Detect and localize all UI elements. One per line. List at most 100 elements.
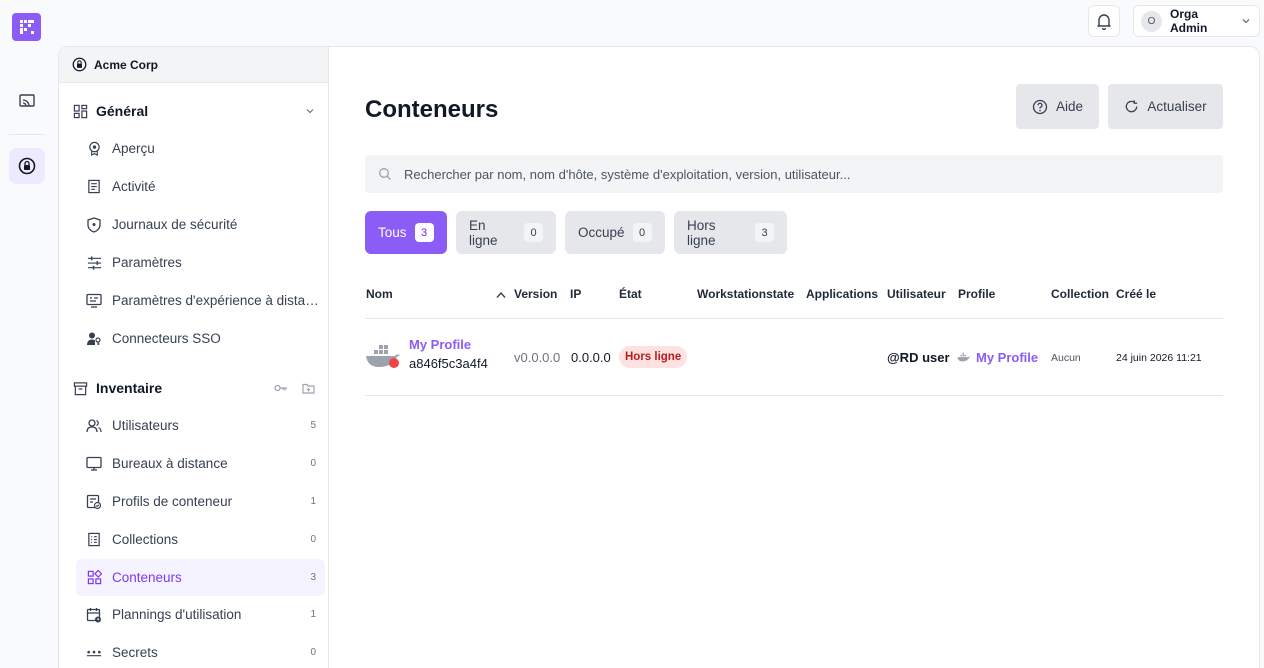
app-rail: [0, 0, 52, 668]
remote-settings-icon: [86, 293, 102, 309]
lock-circle-icon: [72, 57, 87, 72]
page-title: Conteneurs: [365, 96, 499, 123]
main-panel: Acme Corp Général Aperçu Activité Journa…: [58, 46, 1260, 668]
key-icon[interactable]: [274, 383, 288, 393]
overview-icon: [86, 141, 102, 157]
sidebar-item-utilisateurs[interactable]: Utilisateurs 5: [76, 407, 325, 444]
containers-icon: [86, 570, 102, 586]
filter-count: 0: [524, 223, 543, 242]
content-area: Conteneurs Aide Actualiser Tous: [365, 47, 1223, 668]
container-profile-icon: [86, 494, 102, 510]
container-ip: 0.0.0.0: [571, 350, 611, 365]
refresh-button[interactable]: Actualiser: [1108, 84, 1223, 129]
col-header-cree-le[interactable]: Créé le: [1116, 287, 1156, 301]
rail-org-button[interactable]: [9, 148, 45, 184]
container-name-link[interactable]: My Profile: [409, 337, 471, 352]
section-general-title: Général: [96, 103, 149, 119]
cast-icon: [19, 94, 35, 107]
container-id: a846f5c3a4f4: [409, 356, 488, 371]
sidebar: Acme Corp Général Aperçu Activité Journa…: [59, 47, 329, 668]
collections-icon: [86, 532, 102, 548]
users-icon: [86, 418, 102, 434]
chevron-down-icon: [1242, 19, 1250, 24]
org-name: Acme Corp: [94, 57, 159, 72]
status-badge: Hors ligne: [619, 346, 688, 368]
sidebar-item-secrets[interactable]: Secrets 0: [76, 634, 325, 668]
container-collection: Aucun: [1051, 352, 1081, 364]
filter-occupe[interactable]: Occupé 0: [565, 211, 665, 254]
col-header-nom[interactable]: Nom: [366, 287, 393, 301]
shield-icon: [86, 216, 102, 233]
avatar: O: [1141, 10, 1162, 32]
folder-add-icon[interactable]: [302, 383, 315, 394]
bell-icon: [1097, 14, 1111, 30]
section-inventory-title: Inventaire: [96, 380, 163, 396]
help-label: Aide: [1055, 99, 1084, 114]
sidebar-item-profils[interactable]: Profils de conteneur 1: [76, 483, 325, 520]
container-user[interactable]: @RD user: [887, 350, 950, 365]
refresh-label: Actualiser: [1147, 99, 1207, 114]
dashboard-icon: [73, 104, 88, 118]
sidebar-item-remote-settings[interactable]: Paramètres d'expérience à distance: [76, 282, 325, 319]
filter-count: 3: [755, 223, 774, 242]
nav-count: 5: [310, 420, 316, 431]
search-input[interactable]: [404, 166, 1204, 182]
rail-divider: [9, 134, 45, 135]
user-key-icon: [86, 331, 102, 347]
lock-circle-icon: [18, 157, 36, 175]
row-divider: [365, 395, 1223, 396]
nav-count: 0: [310, 534, 316, 545]
nav-count: 1: [310, 609, 316, 620]
chevron-down-icon: [306, 109, 314, 114]
col-header-version[interactable]: Version: [514, 287, 557, 301]
nav-count: 0: [310, 458, 316, 469]
sidebar-item-journaux[interactable]: Journaux de sécurité: [76, 206, 325, 243]
sidebar-item-activite[interactable]: Activité: [76, 168, 325, 205]
col-header-utilisateur[interactable]: Utilisateur: [887, 287, 946, 301]
docker-icon: [366, 345, 400, 368]
help-circle-icon: [1032, 99, 1048, 114]
sidebar-item-conteneurs[interactable]: Conteneurs 3: [76, 559, 325, 596]
sliders-icon: [86, 255, 102, 271]
col-header-ip[interactable]: IP: [570, 287, 581, 301]
sidebar-item-sso[interactable]: Connecteurs SSO: [76, 320, 325, 357]
col-header-etat[interactable]: État: [619, 287, 642, 301]
calendar-icon: [86, 607, 102, 623]
monitor-icon: [86, 456, 102, 472]
help-button[interactable]: Aide: [1016, 84, 1099, 129]
nav-count: 0: [310, 647, 316, 658]
profile-link[interactable]: My Profile: [976, 350, 1038, 365]
sidebar-item-bureaux[interactable]: Bureaux à distance 0: [76, 445, 325, 482]
org-header[interactable]: Acme Corp: [59, 47, 328, 83]
section-general[interactable]: Général: [73, 99, 315, 123]
col-header-workstationstate[interactable]: Workstationstate: [697, 287, 794, 301]
rail-cast-button[interactable]: [9, 83, 45, 119]
filter-count: 0: [632, 223, 652, 242]
table-header-divider: [365, 318, 1223, 319]
col-header-applications[interactable]: Applications: [806, 287, 878, 301]
filter-en-ligne[interactable]: En ligne 0: [456, 211, 556, 254]
sidebar-item-parametres[interactable]: Paramètres: [76, 244, 325, 281]
container-version: v0.0.0.0: [514, 350, 561, 365]
search-bar: [365, 155, 1223, 193]
container-created: 24 juin 2026 11:21: [1116, 352, 1202, 364]
app-logo[interactable]: [12, 13, 41, 41]
user-menu-button[interactable]: O Orga Admin: [1133, 5, 1260, 37]
user-name: Orga Admin: [1170, 7, 1208, 35]
logo-icon: [19, 20, 34, 34]
section-inventory[interactable]: Inventaire: [73, 376, 315, 400]
filter-tous[interactable]: Tous 3: [365, 211, 447, 254]
docker-icon: [957, 352, 971, 362]
secrets-icon: [86, 645, 102, 661]
sidebar-item-apercu[interactable]: Aperçu: [76, 130, 325, 167]
sidebar-item-collections[interactable]: Collections 0: [76, 521, 325, 558]
col-header-collection[interactable]: Collection: [1051, 287, 1109, 301]
search-icon: [379, 168, 391, 180]
nav-count: 1: [310, 496, 316, 507]
filter-hors-ligne[interactable]: Hors ligne 3: [674, 211, 787, 254]
sidebar-item-plannings[interactable]: Plannings d'utilisation 1: [76, 596, 325, 633]
nav-count: 3: [310, 572, 316, 583]
col-header-profile[interactable]: Profile: [958, 287, 995, 301]
notifications-button[interactable]: [1088, 5, 1120, 37]
sort-asc-icon[interactable]: [496, 291, 506, 299]
